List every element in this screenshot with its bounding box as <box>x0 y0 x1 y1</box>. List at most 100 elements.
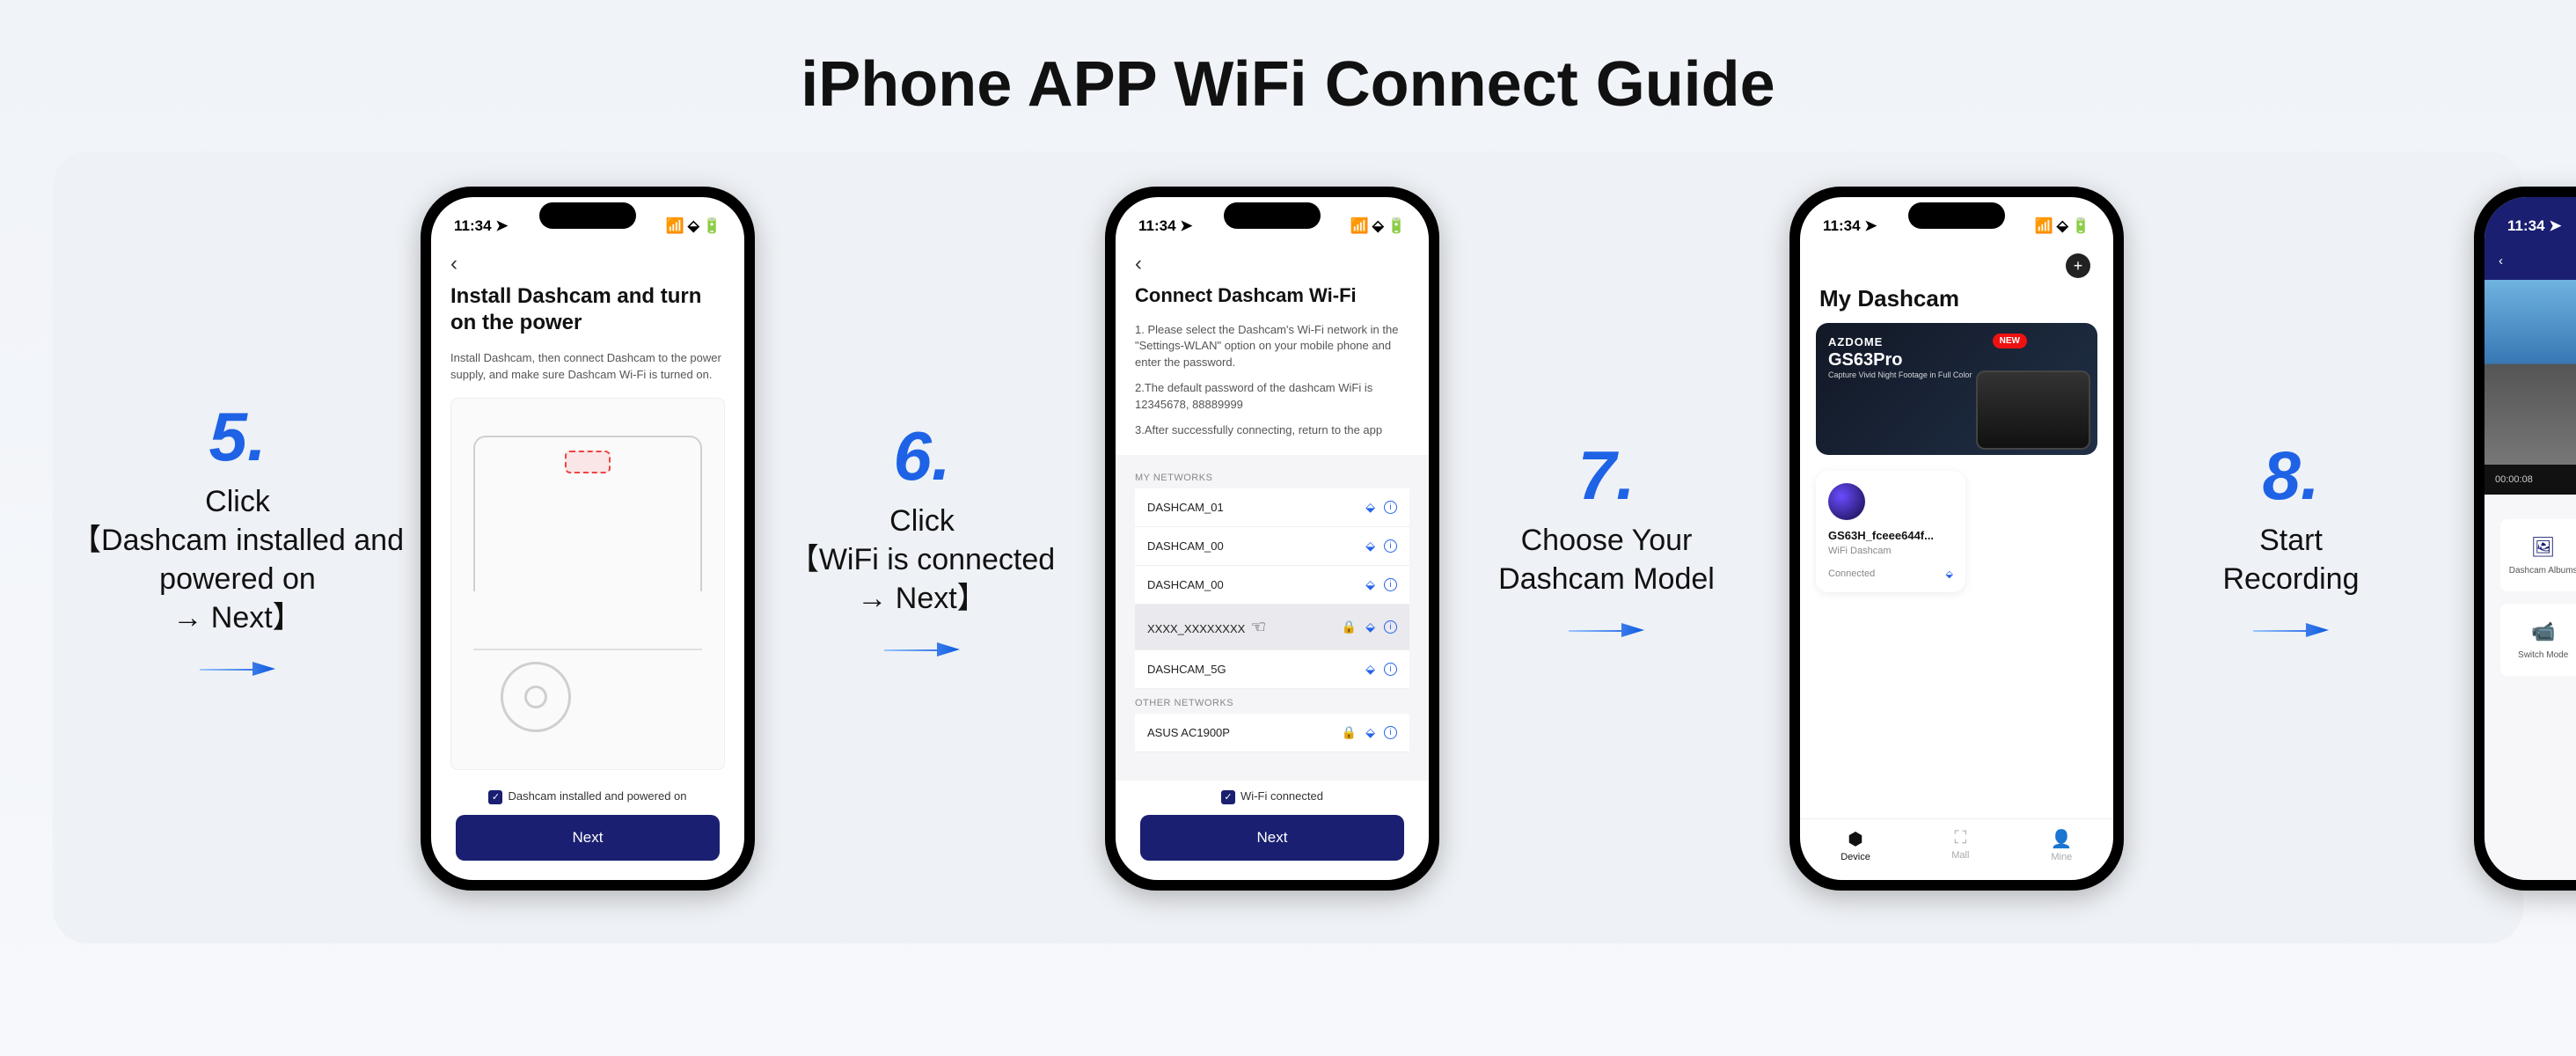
promo-banner[interactable]: AZDOME GS63Pro Capture Vivid Night Foota… <box>1816 323 2097 455</box>
screen6-heading: Connect Dashcam Wi-Fi <box>1135 283 1409 308</box>
card-status: Connected <box>1828 568 1875 580</box>
albums-icon: 🖼 <box>2531 536 2556 559</box>
wifi-icon: ⬙ <box>1365 577 1375 592</box>
step8-number: 8. <box>2124 436 2458 516</box>
wifi-icon: ⬙ <box>1365 725 1375 740</box>
location-icon: ➤ <box>2549 217 2561 234</box>
battery-icon: 🔋 <box>2072 217 2090 234</box>
add-device-button[interactable]: + <box>2066 253 2090 278</box>
page-title: iPhone APP WiFi Connect Guide <box>0 0 2576 151</box>
bottom-nav: ⬢Device ⛶Mall 👤Mine <box>1800 818 2113 880</box>
wifi-icon: ⬙ <box>1946 568 1953 580</box>
action-grid: 🖼Dashcam Albums ●Recording 🎤Audio Record… <box>2485 495 2576 700</box>
wifi-icon: ⬙ <box>1365 620 1375 634</box>
phone-mock-7: 11:34 ➤ 📶⬙🔋 + My Dashcam AZDOME GS63Pro … <box>1789 187 2124 891</box>
battery-icon: 🔋 <box>1387 217 1406 234</box>
screen5-heading: Install Dashcam and turn on the power <box>450 283 725 336</box>
network-row-selected[interactable]: XXXX_XXXXXXXX☜🔒⬙i <box>1135 605 1409 650</box>
back-button[interactable]: ‹ <box>1135 252 1409 276</box>
lock-icon: 🔒 <box>1342 725 1357 740</box>
next-button[interactable]: Next <box>456 815 720 861</box>
info-icon[interactable]: i <box>1384 539 1397 553</box>
network-row[interactable]: DASHCAM_00⬙i <box>1135 527 1409 566</box>
record-bar: 00:00:08 📷 1920*1080 30fps ⛶ <box>2485 465 2576 495</box>
nav-device[interactable]: ⬢Device <box>1841 828 1870 862</box>
signal-icon: 📶 <box>666 217 684 234</box>
card-name: GS63H_fceee644f... <box>1828 529 1953 542</box>
tile-switch-mode[interactable]: 📹Switch Mode <box>2500 604 2576 676</box>
step-8: 8. Start Recording 11:34 ➤ 📶⬙🔋 ‹ GS63H ⚙… <box>2124 187 2576 891</box>
screen6-body1: 1. Please select the Dashcam's Wi-Fi net… <box>1135 322 1409 372</box>
location-icon: ➤ <box>1180 217 1192 234</box>
dynamic-island <box>539 202 636 229</box>
screen6-body2: 2.The default password of the dashcam Wi… <box>1135 380 1409 414</box>
step7-text: Choose Your Dashcam Model <box>1439 521 1774 598</box>
card-sub: WiFi Dashcam <box>1828 546 1953 556</box>
info-icon[interactable]: i <box>1384 578 1397 591</box>
step-7: 7. Choose Your Dashcam Model 11:34 ➤ 📶⬙🔋… <box>1439 187 2124 891</box>
dynamic-island <box>1908 202 2005 229</box>
nav-mine[interactable]: 👤Mine <box>2051 828 2073 862</box>
info-icon[interactable]: i <box>1384 663 1397 676</box>
arrow-icon <box>755 634 1089 661</box>
step8-text: Start Recording <box>2124 521 2458 598</box>
mall-icon: ⛶ <box>1951 828 1969 848</box>
battery-icon: 🔋 <box>703 217 721 234</box>
step7-number: 7. <box>1439 436 1774 516</box>
location-icon: ➤ <box>495 217 508 234</box>
step5-number: 5. <box>70 397 405 477</box>
live-preview[interactable] <box>2485 280 2576 465</box>
tile-albums[interactable]: 🖼Dashcam Albums <box>2500 519 2576 591</box>
signal-icon: 📶 <box>2035 217 2053 234</box>
location-icon: ➤ <box>1864 217 1877 234</box>
step-5: 5. Click 【Dashcam installed and powered … <box>70 187 755 891</box>
step6-caption: 6. Click 【WiFi is connected → Next】 <box>755 416 1089 662</box>
banner-model: GS63Pro <box>1828 350 2085 370</box>
step6-text: Click 【WiFi is connected → Next】 <box>755 502 1089 619</box>
checkbox-installed[interactable]: Dashcam installed and powered on <box>450 789 725 804</box>
app-header: ‹ GS63H ⚙ <box>2485 241 2576 280</box>
other-networks-label: OTHER NETWORKS <box>1135 698 1409 708</box>
screen5-body: Install Dashcam, then connect Dashcam to… <box>450 350 725 384</box>
new-badge: NEW <box>1993 334 2027 348</box>
wifi-icon: ⬙ <box>2057 217 2068 234</box>
my-networks-label: MY NETWORKS <box>1135 473 1409 483</box>
nav-mall[interactable]: ⛶Mall <box>1951 828 1969 862</box>
step5-text: Click 【Dashcam installed and powered on … <box>70 482 405 638</box>
network-row[interactable]: DASHCAM_00⬙i <box>1135 566 1409 605</box>
phone-mock-5: 11:34 ➤ 📶⬙🔋 ‹ Install Dashcam and turn o… <box>421 187 755 891</box>
arrow-icon <box>70 653 405 680</box>
info-icon[interactable]: i <box>1384 620 1397 634</box>
wifi-icon: ⬙ <box>1365 539 1375 554</box>
next-button[interactable]: Next <box>1140 815 1404 861</box>
step8-caption: 8. Start Recording <box>2124 436 2458 642</box>
back-button[interactable]: ‹ <box>450 252 725 276</box>
my-dashcam-title: My Dashcam <box>1816 282 2097 323</box>
wifi-icon: ⬙ <box>1365 500 1375 515</box>
info-icon[interactable]: i <box>1384 501 1397 514</box>
wifi-icon: ⬙ <box>1372 217 1384 234</box>
step7-caption: 7. Choose Your Dashcam Model <box>1439 436 1774 642</box>
info-icon[interactable]: i <box>1384 726 1397 739</box>
network-row[interactable]: DASHCAM_01⬙i <box>1135 488 1409 527</box>
network-row[interactable]: ASUS AC1900P🔒⬙i <box>1135 714 1409 752</box>
step6-number: 6. <box>755 416 1089 496</box>
dashcam-card[interactable]: GS63H_fceee644f... WiFi Dashcam Connecte… <box>1816 471 1965 592</box>
wifi-icon: ⬙ <box>688 217 699 234</box>
wifi-icon: ⬙ <box>1365 662 1375 677</box>
step5-caption: 5. Click 【Dashcam installed and powered … <box>70 397 405 681</box>
signal-icon: 📶 <box>1350 217 1369 234</box>
steps-panel: 5. Click 【Dashcam installed and powered … <box>53 151 2523 943</box>
phone-mock-6: 11:34 ➤ 📶⬙🔋 ‹ Connect Dashcam Wi-Fi 1. P… <box>1105 187 1439 891</box>
back-button[interactable]: ‹ <box>2499 253 2503 268</box>
lock-icon: 🔒 <box>1342 620 1357 634</box>
network-row[interactable]: DASHCAM_5G⬙i <box>1135 650 1409 689</box>
phone-mock-8: 11:34 ➤ 📶⬙🔋 ‹ GS63H ⚙ 00:00:08 📷 1920*10… <box>2474 187 2576 891</box>
banner-brand: AZDOME <box>1828 335 2085 348</box>
dash-illustration <box>450 398 725 770</box>
checkbox-wifi-connected[interactable]: Wi-Fi connected <box>1135 789 1409 804</box>
lens-icon <box>1828 483 1865 520</box>
arrow-icon <box>2124 614 2458 642</box>
step-6: 6. Click 【WiFi is connected → Next】 11:3… <box>755 187 1439 891</box>
dynamic-island <box>1224 202 1321 229</box>
